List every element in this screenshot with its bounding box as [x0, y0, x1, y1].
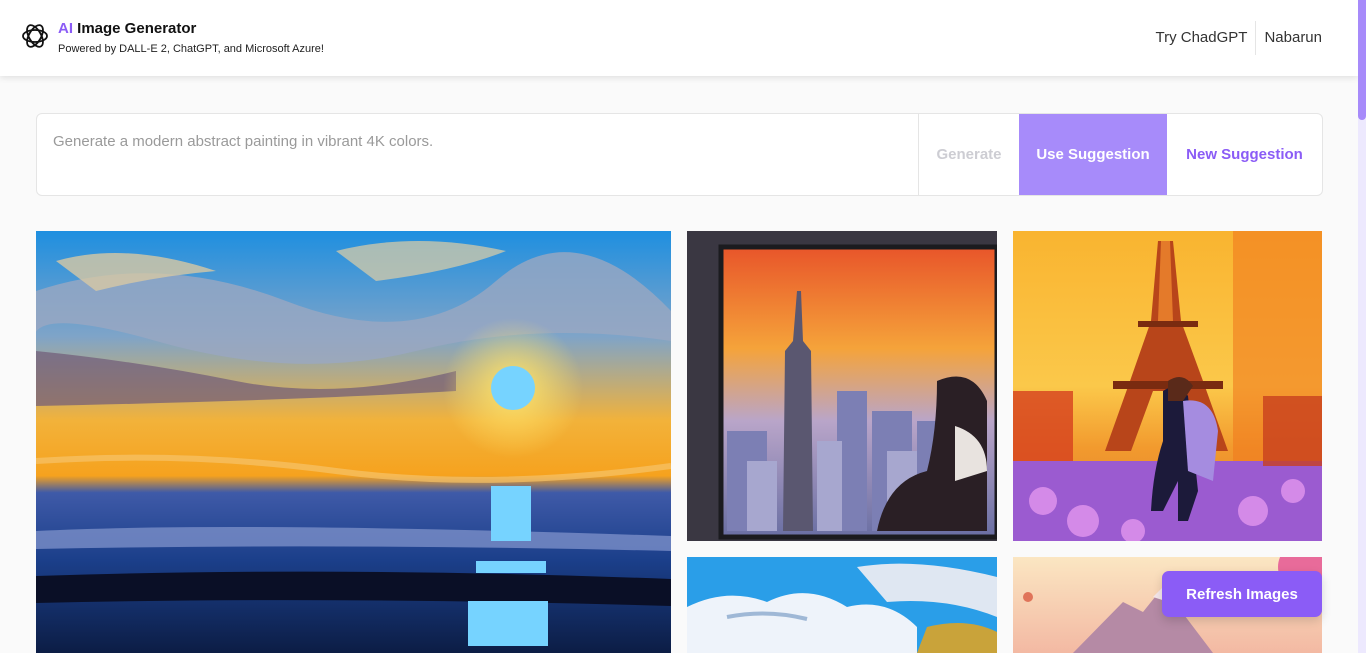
prompt-box: Generate Use Suggestion New Suggestion: [36, 113, 1323, 196]
nav-try-chadgpt[interactable]: Try ChadGPT: [1147, 20, 1255, 56]
brand: AI Image Generator Powered by DALL-E 2, …: [58, 20, 324, 56]
gallery-image-sunset[interactable]: [36, 231, 671, 653]
refresh-images-button[interactable]: Refresh Images: [1162, 571, 1322, 617]
gallery-image-clouds[interactable]: [687, 557, 997, 653]
scrollbar-thumb[interactable]: [1358, 0, 1366, 120]
app-header: AI Image Generator Powered by DALL-E 2, …: [0, 0, 1358, 76]
gallery-image-new-york[interactable]: [687, 231, 997, 541]
app-subtitle: Powered by DALL-E 2, ChatGPT, and Micros…: [58, 43, 324, 55]
app-title-ai: AI: [58, 20, 73, 37]
gallery-image-eiffel-tower[interactable]: [1013, 231, 1322, 541]
generate-button[interactable]: Generate: [918, 114, 1019, 195]
app-title: AI Image Generator: [58, 20, 324, 38]
app-title-rest: Image Generator: [73, 20, 197, 37]
new-suggestion-button[interactable]: New Suggestion: [1167, 114, 1322, 195]
header-nav: Try ChadGPT Nabarun: [1147, 20, 1330, 56]
prompt-input[interactable]: [37, 114, 918, 195]
use-suggestion-button[interactable]: Use Suggestion: [1019, 114, 1167, 195]
page-scrollbar[interactable]: [1358, 0, 1366, 653]
nav-user-nabarun[interactable]: Nabarun: [1256, 20, 1330, 56]
openai-logo-icon: [22, 24, 48, 48]
